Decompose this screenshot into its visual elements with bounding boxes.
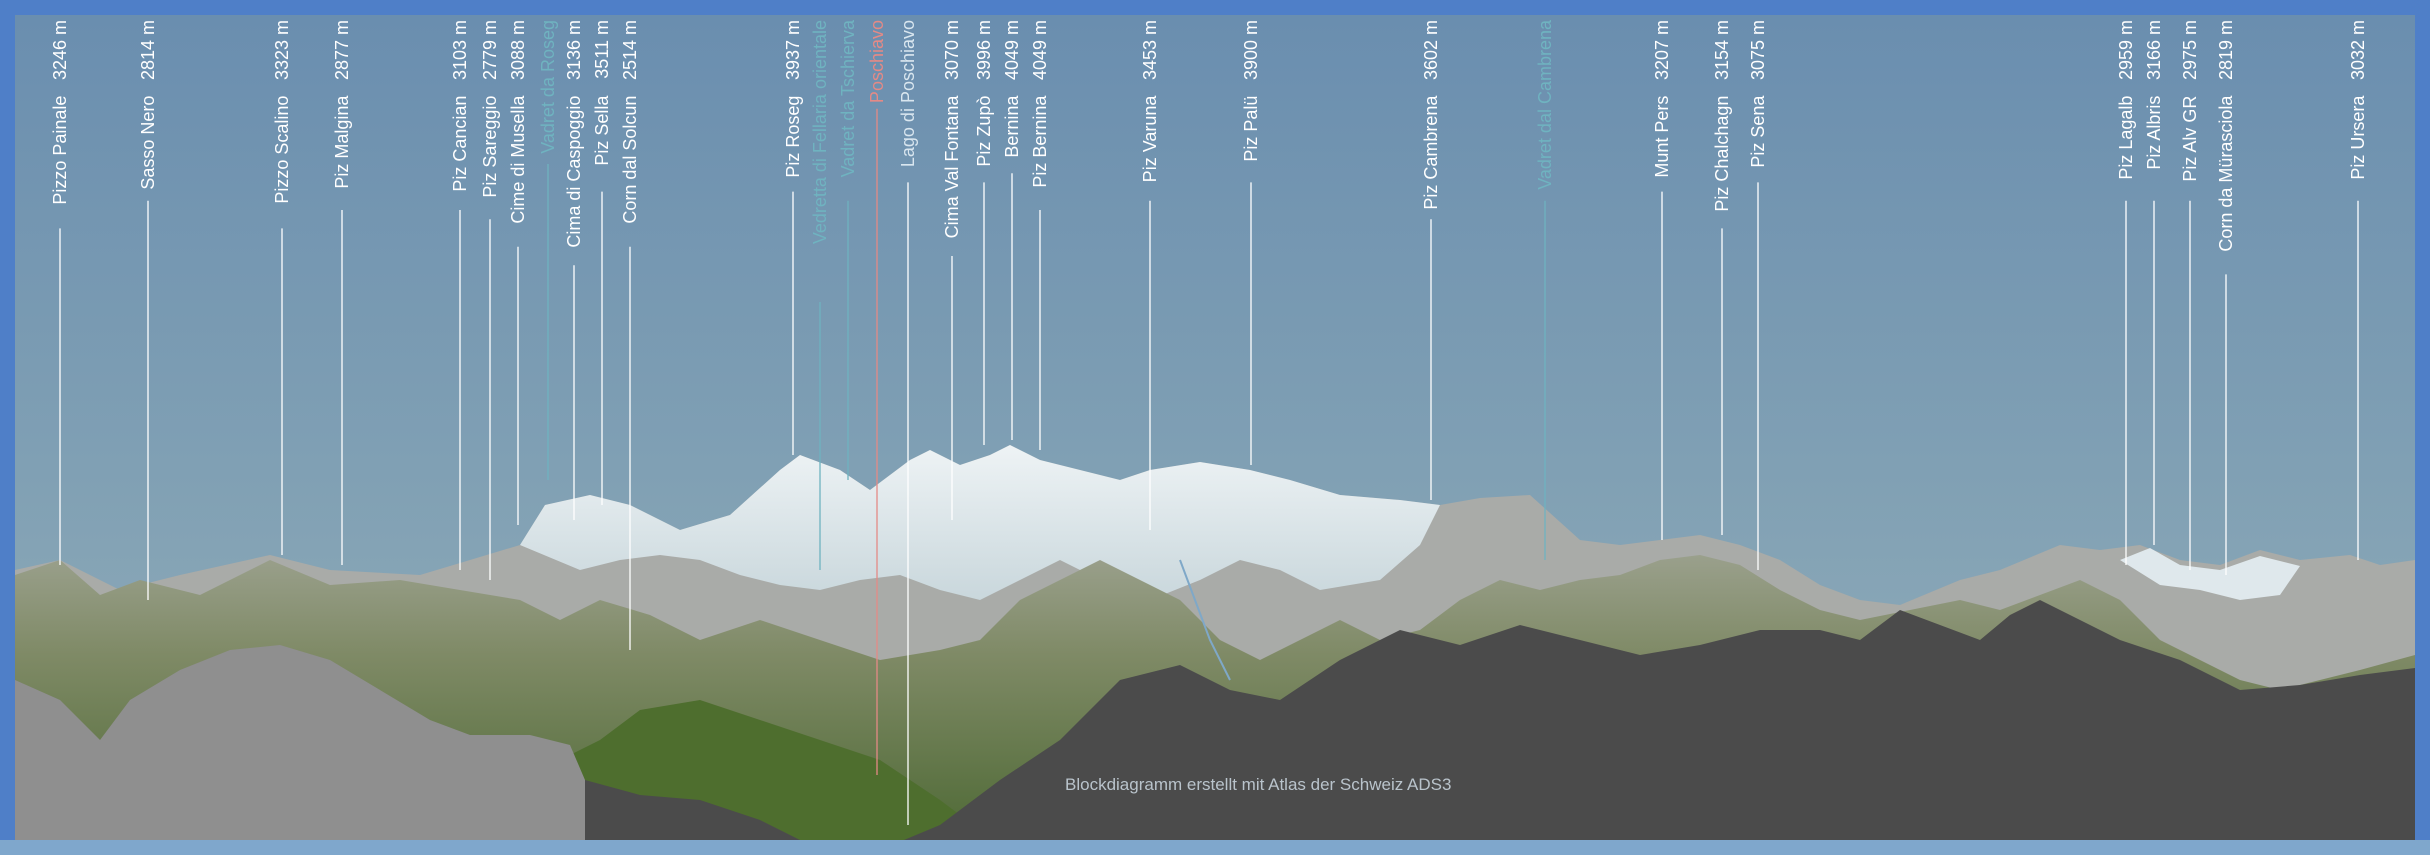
label-peak: 3070 m Cima Val Fontana (942, 20, 962, 238)
label-height: 2814 m (138, 20, 158, 80)
label-glacier: Vadret dal Cambrena (1535, 19, 1555, 190)
label-peak: 2877 m Piz Malgina (332, 20, 352, 189)
label-name: Cime di Musella (508, 95, 528, 224)
label-peak: 3453 m Piz Varuna (1140, 20, 1160, 182)
label-height: 3996 m (974, 20, 994, 80)
label-peak: 2975 m Piz Alv GR (2180, 20, 2200, 182)
label-height: 3088 m (508, 20, 528, 80)
label-name: Piz Chalchagn (1712, 96, 1732, 212)
panorama-view: 3246 m Pizzo Painale 2814 m Sasso Nero 3323 … (0, 0, 2430, 855)
label-height: 3511 m (592, 20, 612, 79)
label-height: 3075 m (1748, 20, 1768, 80)
label-peak: 3602 m Piz Cambrena (1421, 20, 1441, 210)
label-name: Vadret dal Cambrena (1535, 19, 1555, 190)
label-peak: 3088 m Cime di Musella (508, 20, 528, 224)
label-height: 2779 m (480, 20, 500, 80)
label-name: Piz Sareggio (480, 96, 500, 198)
label-peak: 3246 m Pizzo Painale (50, 20, 70, 205)
label-name: Piz Varuna (1140, 95, 1160, 183)
label-height: 3207 m (1652, 20, 1672, 80)
label-height: 3453 m (1140, 20, 1160, 80)
label-name: Piz Malgina (332, 95, 352, 189)
label-name: Piz Albris (2144, 96, 2164, 170)
label-height: 3323 m (272, 20, 292, 80)
label-name: Corn da Mürasciola (2216, 95, 2236, 252)
label-height: 3136 m (564, 20, 584, 80)
label-peak: 2514 m Corn dal Solcun (620, 20, 640, 224)
label-name: Poschiavo (867, 20, 887, 103)
label-peak: 2819 m Corn da Mürasciola (2216, 20, 2236, 252)
label-peak: 3154 m Piz Chalchagn (1712, 20, 1732, 212)
label-height: 3103 m (450, 20, 470, 80)
label-peak: 2959 m Piz Lagalb (2116, 20, 2136, 180)
label-name: Vadret da Tschierva (838, 19, 858, 177)
label-name: Pizzo Painale (50, 96, 70, 205)
label-height: 3900 m (1241, 20, 1261, 80)
label-glacier: Vedretta di Fellaria orientale (810, 20, 830, 244)
label-peak: 3136 m Cima di Caspoggio (564, 20, 584, 248)
label-height: 3032 m (2348, 20, 2368, 80)
credit-text: Blockdiagramm erstellt mit Atlas der Sch… (1065, 775, 1451, 794)
label-peak: 2779 m Piz Sareggio (480, 20, 500, 198)
label-height: 3154 m (1712, 20, 1732, 80)
label-height: 3937 m (783, 20, 803, 80)
label-lake: Lago di Poschiavo (898, 20, 918, 167)
label-height: 3166 m (2144, 20, 2164, 80)
label-height: 2514 m (620, 20, 640, 80)
label-peak: 4049 m Piz Bernina (1030, 20, 1050, 188)
label-height: 3246 m (50, 20, 70, 80)
label-name: Piz Cambrena (1421, 95, 1441, 210)
label-height: 2877 m (332, 20, 352, 80)
label-height: 2959 m (2116, 20, 2136, 80)
label-peak: 3103 m Piz Cancian (450, 20, 470, 192)
label-name: Piz Bernina (1030, 95, 1050, 188)
label-height: 4049 m (1030, 20, 1050, 80)
label-height: 3070 m (942, 20, 962, 80)
label-peak: 3323 m Pizzo Scalino (272, 20, 292, 204)
label-name: Piz Lagalb (2116, 96, 2136, 180)
label-name: Vedretta di Fellaria orientale (810, 20, 830, 244)
label-name: Munt Pers (1652, 96, 1672, 178)
label-name: Cima Val Fontana (942, 95, 962, 239)
label-peak: 3207 m Munt Pers (1652, 20, 1672, 178)
label-height: 3602 m (1421, 20, 1441, 80)
label-town: Poschiavo (867, 20, 887, 103)
label-height: 2819 m (2216, 20, 2236, 80)
label-name: Lago di Poschiavo (898, 20, 918, 167)
label-name: Cima di Caspoggio (564, 96, 584, 248)
label-name: Piz Zupò (974, 96, 994, 167)
label-name: Sasso Nero (138, 96, 158, 190)
bottom-strip (0, 840, 2430, 855)
label-name: Corn dal Solcun (620, 96, 640, 224)
label-name: Piz Palü (1241, 96, 1261, 162)
label-glacier: Vadret da Tschierva (838, 19, 858, 177)
label-name: Piz Alv GR (2180, 96, 2200, 182)
label-glacier: Vadret da Roseg (538, 20, 558, 154)
label-name: Piz Sena (1748, 95, 1768, 168)
label-name: Piz Ursera (2348, 95, 2368, 180)
label-name: Piz Cancian (450, 96, 470, 192)
label-peak: 2814 m Sasso Nero (138, 20, 158, 190)
label-height: 4049 m (1002, 20, 1022, 80)
label-name: Piz Sella (592, 95, 612, 166)
label-peak: 3032 m Piz Ursera (2348, 20, 2368, 180)
label-name: Bernina (1002, 95, 1022, 158)
label-height: 2975 m (2180, 20, 2200, 80)
label-peak: 3937 m Piz Roseg (783, 20, 803, 178)
label-name: Vadret da Roseg (538, 20, 558, 154)
label-name: Pizzo Scalino (272, 96, 292, 204)
label-name: Piz Roseg (783, 96, 803, 178)
